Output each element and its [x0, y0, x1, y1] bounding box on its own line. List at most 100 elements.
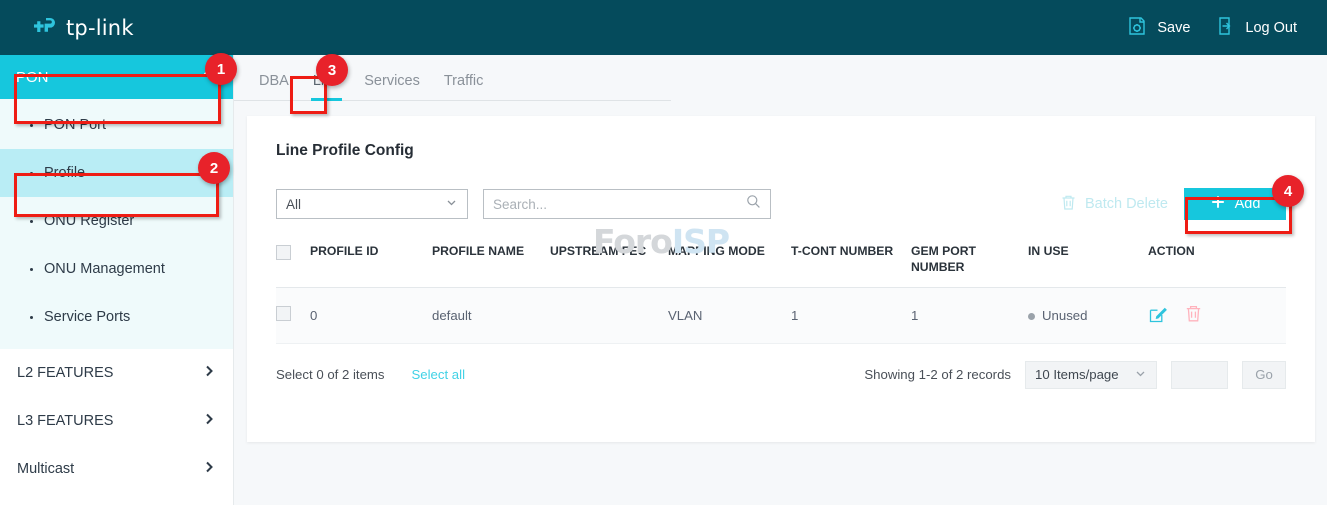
chevron-right-icon	[202, 460, 216, 478]
pagination-controls: Showing 1-2 of 2 records 10 Items/page G…	[864, 361, 1286, 389]
trash-icon[interactable]	[1184, 304, 1203, 326]
plus-icon	[1210, 194, 1226, 214]
chevron-down-icon	[1134, 367, 1147, 383]
table-header-row: PROFILE ID PROFILE NAME UPSTREAM FEC MAP…	[276, 243, 1286, 287]
chevron-right-icon	[202, 364, 216, 382]
column-profile-id: PROFILE ID	[310, 243, 432, 287]
row-select-cell	[276, 287, 310, 343]
status-badge: Unused	[1042, 308, 1087, 323]
sidebar-group-l2-features[interactable]: L2 FEATURES	[0, 349, 233, 397]
sidebar-group-label: L3 FEATURES	[17, 413, 113, 429]
trash-icon	[1060, 194, 1077, 215]
sidebar-item-pon-port[interactable]: PON Port	[0, 101, 233, 149]
column-mapping-mode: MAPPING MODE	[668, 243, 791, 287]
sidebar-item-onu-management[interactable]: ONU Management	[0, 245, 233, 293]
column-gem-port-number: GEM PORT NUMBER	[911, 243, 1028, 287]
batch-delete-label: Batch Delete	[1085, 196, 1168, 212]
save-label: Save	[1157, 20, 1190, 36]
table-body: 0 default VLAN 1 1 Unused	[276, 287, 1286, 343]
brand-name: tp-link	[66, 16, 134, 40]
sidebar-group-pon[interactable]: PON	[0, 55, 233, 99]
header-actions: Save Log Out	[1126, 15, 1297, 41]
select-all-header	[276, 243, 310, 287]
bullet-icon	[30, 268, 33, 271]
cell-gem-port-number: 1	[911, 287, 1028, 343]
cell-mapping-mode: VLAN	[668, 287, 791, 343]
toolbar-actions: Batch Delete Add	[1060, 188, 1286, 220]
sidebar-item-label: PON Port	[44, 117, 106, 133]
chevron-right-icon	[202, 412, 216, 430]
sidebar-group-l3-features[interactable]: L3 FEATURES	[0, 397, 233, 445]
cell-upstream-fec	[550, 287, 668, 343]
logout-arrow-icon	[1216, 16, 1236, 40]
brand-logo[interactable]: tp-link	[32, 15, 134, 41]
sidebar-group-pon-label: PON	[16, 69, 49, 86]
go-button[interactable]: Go	[1242, 361, 1286, 389]
cell-in-use: Unused	[1028, 287, 1148, 343]
bullet-icon	[30, 220, 33, 223]
app-root: tp-link Save	[0, 0, 1327, 505]
column-in-use: IN USE	[1028, 243, 1148, 287]
sidebar-group-label: L2 FEATURES	[17, 365, 113, 381]
column-tcont-number: T-CONT NUMBER	[791, 243, 911, 287]
sidebar-item-label: Service Ports	[44, 309, 130, 325]
column-action: ACTION	[1148, 243, 1286, 287]
filter-select-value: All	[286, 197, 301, 212]
sidebar-item-service-ports[interactable]: Service Ports	[0, 293, 233, 341]
cell-action	[1148, 287, 1286, 343]
tab-traffic[interactable]: Traffic	[432, 73, 495, 100]
selection-count-label: Select 0 of 2 items	[276, 367, 384, 382]
line-profile-card: Line Profile Config All	[247, 116, 1315, 442]
save-gear-icon	[1126, 15, 1148, 41]
table-footer: Select 0 of 2 items Select all Showing 1…	[276, 361, 1286, 389]
search-input[interactable]	[493, 197, 746, 212]
sidebar-item-onu-register[interactable]: ONU Register	[0, 197, 233, 245]
records-showing-label: Showing 1-2 of 2 records	[864, 367, 1011, 382]
tplink-logo-icon	[32, 15, 58, 41]
search-icon[interactable]	[746, 194, 761, 214]
sidebar-item-label: Profile	[44, 165, 85, 181]
sidebar-item-label: ONU Register	[44, 213, 134, 229]
cell-profile-name: default	[432, 287, 550, 343]
main-content: DBA Line Services Traffic Line Profile C…	[234, 55, 1327, 505]
page-size-select[interactable]: 10 Items/page	[1025, 361, 1157, 389]
page-number-input[interactable]	[1171, 361, 1228, 389]
tab-services[interactable]: Services	[352, 73, 432, 100]
page-size-value: 10 Items/page	[1035, 367, 1119, 382]
sidebar: PON PON Port Profile ONU Register	[0, 55, 234, 505]
chevron-down-icon	[445, 196, 458, 212]
save-button[interactable]: Save	[1126, 15, 1190, 41]
tab-bar: DBA Line Services Traffic	[234, 55, 671, 101]
row-checkbox[interactable]	[276, 306, 291, 321]
logout-button[interactable]: Log Out	[1216, 16, 1297, 40]
table-head: PROFILE ID PROFILE NAME UPSTREAM FEC MAP…	[276, 243, 1286, 287]
sidebar-item-profile[interactable]: Profile	[0, 149, 233, 197]
select-all-link[interactable]: Select all	[411, 367, 465, 382]
bullet-icon	[30, 316, 33, 319]
bullet-icon	[30, 172, 33, 175]
tab-dba[interactable]: DBA	[247, 73, 301, 100]
tab-line[interactable]: Line	[301, 73, 352, 100]
cell-profile-id: 0	[310, 287, 432, 343]
top-header-bar: tp-link Save	[0, 0, 1327, 55]
bullet-icon	[30, 124, 33, 127]
search-box[interactable]	[483, 189, 771, 219]
status-indicator-icon	[1028, 313, 1035, 320]
line-profile-table: PROFILE ID PROFILE NAME UPSTREAM FEC MAP…	[276, 243, 1286, 344]
page-title: Line Profile Config	[247, 116, 1315, 160]
filter-select[interactable]: All	[276, 189, 468, 219]
column-upstream-fec: UPSTREAM FEC	[550, 243, 668, 287]
cell-tcont-number: 1	[791, 287, 911, 343]
batch-delete-button[interactable]: Batch Delete	[1060, 194, 1168, 215]
sidebar-group-multicast[interactable]: Multicast	[0, 445, 233, 493]
edit-pencil-icon[interactable]	[1148, 304, 1168, 327]
select-all-checkbox[interactable]	[276, 245, 291, 260]
add-label: Add	[1235, 196, 1261, 212]
table-row[interactable]: 0 default VLAN 1 1 Unused	[276, 287, 1286, 343]
sidebar-submenu-pon: PON Port Profile ONU Register ONU Manage…	[0, 99, 233, 349]
column-profile-name: PROFILE NAME	[432, 243, 550, 287]
logout-label: Log Out	[1245, 20, 1297, 36]
table-toolbar: All	[276, 188, 1286, 220]
add-button[interactable]: Add	[1184, 188, 1286, 220]
sidebar-group-label: Multicast	[17, 461, 74, 477]
